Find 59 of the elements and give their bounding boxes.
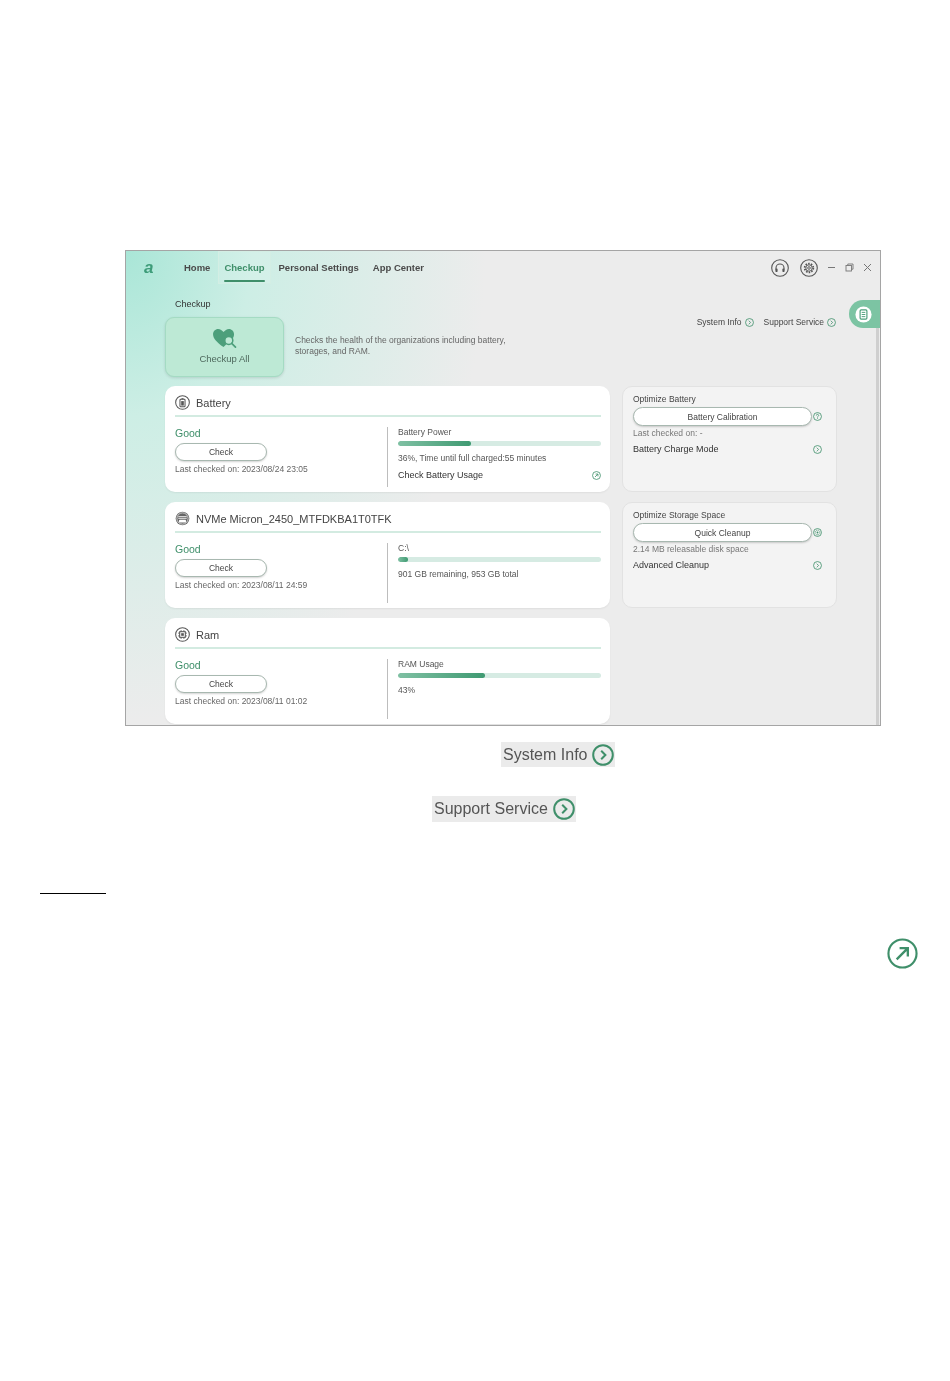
- scrollbar[interactable]: [876, 328, 879, 725]
- check-button[interactable]: Check: [175, 443, 267, 461]
- last-checked-text: Last checked on: 2023/08/11 01:02: [175, 696, 309, 706]
- settings-icon[interactable]: [800, 258, 818, 277]
- meter-reading: 36%, Time until full charged:55 minutes: [398, 453, 548, 463]
- optimize-title: Optimize Storage Space: [633, 510, 727, 520]
- optimize-button[interactable]: Quick Cleanup: [633, 523, 812, 542]
- checkup-all-button[interactable]: Checkup All: [165, 317, 284, 377]
- app-logo: a: [144, 259, 155, 276]
- meter-label: C:\: [398, 543, 410, 553]
- help-icon[interactable]: [813, 412, 822, 421]
- drive-icon: [175, 511, 190, 526]
- optimize-note: 2.14 MB releasable disk space: [633, 544, 750, 554]
- optimize-note: Last checked on: -: [633, 428, 704, 438]
- last-checked-text: Last checked on: 2023/08/24 23:05: [175, 464, 309, 474]
- meter-reading: 901 GB remaining, 953 GB total: [398, 569, 520, 579]
- check-button[interactable]: Check: [175, 675, 267, 693]
- nav-tab[interactable]: App Center: [366, 251, 430, 284]
- heart-search-icon: [212, 328, 237, 349]
- chevron-circle-icon: [813, 444, 822, 454]
- close-icon[interactable]: [863, 263, 872, 272]
- callout-link[interactable]: System Info: [501, 742, 616, 767]
- status-text: Good: [175, 659, 202, 671]
- device-title: Ram: [196, 628, 220, 641]
- list-icon: [855, 305, 872, 323]
- check-button[interactable]: Check: [175, 559, 267, 577]
- device-title: Battery: [196, 396, 231, 409]
- callout-link[interactable]: Support Service: [432, 796, 576, 822]
- meter-label: RAM Usage: [398, 659, 445, 669]
- last-checked-text: Last checked on: 2023/08/11 24:59: [175, 580, 309, 590]
- target-icon[interactable]: [813, 528, 822, 537]
- chevron-circle-icon: [592, 743, 615, 766]
- arrow-circle-icon: [887, 938, 918, 969]
- meter-label: Battery Power: [398, 427, 453, 437]
- section-title: Checkup: [175, 299, 212, 310]
- optimize-title: Optimize Battery: [633, 394, 697, 404]
- usage-link[interactable]: Check Battery Usage: [398, 470, 601, 480]
- nav-tab[interactable]: Personal Settings: [272, 251, 365, 284]
- nav-tab[interactable]: Home: [178, 251, 217, 284]
- chevron-circle-icon: [827, 317, 836, 327]
- device-title: NVMe Micron_2450_MTFDKBA1T0TFK: [196, 512, 392, 525]
- status-text: Good: [175, 427, 202, 439]
- header-link[interactable]: Support Service: [763, 317, 836, 327]
- battery-icon: [175, 395, 190, 410]
- chevron-circle-icon: [552, 798, 575, 820]
- optimize-button[interactable]: Battery Calibration: [633, 407, 812, 426]
- status-text: Good: [175, 543, 202, 555]
- restore-icon[interactable]: [845, 263, 854, 272]
- headset-icon[interactable]: [771, 258, 789, 277]
- meter-reading: 43%: [398, 685, 416, 695]
- arrow-circle-icon: [592, 470, 601, 480]
- optimize-link[interactable]: Battery Charge Mode: [633, 444, 822, 454]
- optimize-link[interactable]: Advanced Cleanup: [633, 560, 822, 570]
- header-link[interactable]: System Info: [696, 317, 754, 327]
- chip-icon: [175, 627, 190, 642]
- chevron-circle-icon: [744, 317, 754, 327]
- description-text: Checks the health of the organizations including battery, storages, and RAM.: [295, 335, 507, 357]
- chevron-circle-icon: [813, 560, 822, 570]
- side-tab[interactable]: [849, 300, 880, 328]
